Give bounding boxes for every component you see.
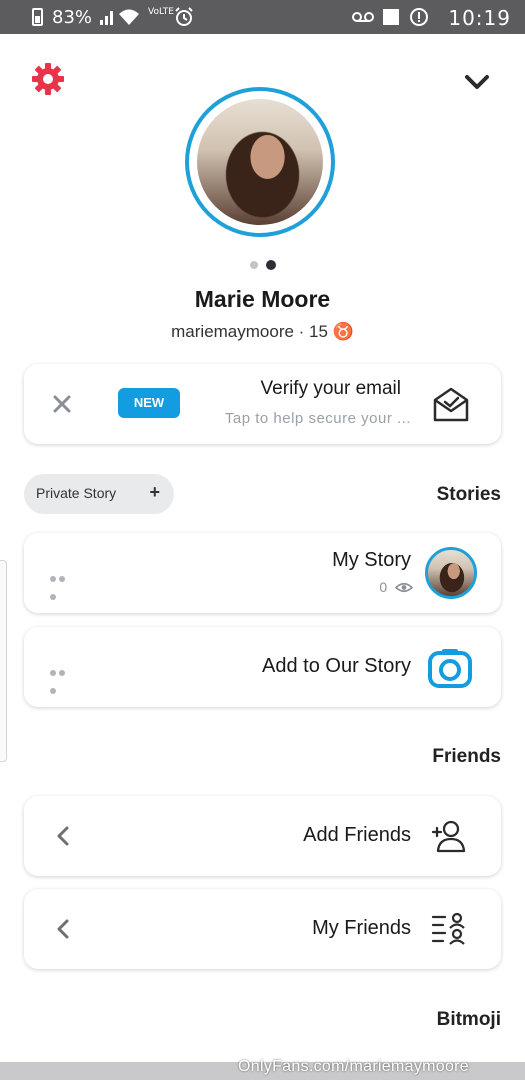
- profile-screen: Marie Moore mariemaymoore · 15 ♉ NEW Ver…: [0, 34, 525, 1080]
- battery-percentage: 83%: [52, 7, 93, 28]
- profile-photo: [197, 99, 323, 225]
- stories-section-title: Stories: [436, 484, 501, 505]
- our-story-title: Add to Our Story: [262, 655, 411, 677]
- battery-icon: [32, 8, 43, 26]
- chevron-left-icon: [57, 919, 69, 939]
- friends-section-title: Friends: [432, 746, 501, 767]
- add-private-story-button[interactable]: Private Story +: [24, 474, 174, 514]
- story-thumbnail: [425, 547, 477, 599]
- wifi-icon: [119, 9, 139, 25]
- verify-email-subtitle: Tap to help secure your ...: [224, 410, 411, 427]
- add-friends-row[interactable]: Add Friends: [24, 796, 501, 876]
- notification-image-icon: [383, 9, 399, 25]
- signal-icon: [100, 11, 113, 25]
- notification-alert-icon: [410, 8, 428, 26]
- eye-icon: [395, 582, 413, 593]
- page-dot-active: [266, 260, 276, 270]
- new-badge: NEW: [118, 388, 180, 418]
- story-view-count: 0: [379, 579, 388, 595]
- status-bar: 83% VoLTE 10:19: [0, 0, 525, 34]
- story-views: 0: [379, 579, 413, 595]
- add-friend-icon: [431, 820, 466, 853]
- gear-icon[interactable]: [30, 61, 66, 97]
- profile-name: Marie Moore: [194, 286, 331, 312]
- envelope-icon: [433, 387, 469, 422]
- my-friends-label: My Friends: [312, 917, 411, 939]
- avatar[interactable]: [185, 87, 335, 237]
- verify-email-card[interactable]: NEW Verify your email Tap to help secure…: [24, 364, 501, 444]
- alarm-icon: [175, 7, 193, 26]
- friends-list-icon: [431, 912, 465, 945]
- my-story-row[interactable]: My Story 0: [24, 533, 501, 613]
- volte-icon: VoLTE: [148, 7, 174, 17]
- side-scroll-handle[interactable]: [0, 560, 7, 762]
- close-icon[interactable]: [52, 394, 72, 414]
- page-dot: [250, 261, 258, 269]
- chevron-left-icon: [57, 826, 69, 846]
- private-story-label: Private Story: [36, 485, 117, 501]
- verify-email-title: Verify your email: [260, 378, 401, 399]
- more-options-icon[interactable]: [50, 569, 76, 600]
- profile-username: mariemaymoore · 15 ♉: [171, 322, 354, 341]
- voicemail-icon: [352, 12, 374, 22]
- chevron-down-icon[interactable]: [462, 70, 492, 94]
- add-friends-label: Add Friends: [303, 824, 411, 846]
- plus-icon: +: [149, 482, 160, 502]
- watermark-text: OnlyFans.com/mariemaymoore: [238, 1058, 469, 1075]
- more-options-icon[interactable]: [50, 663, 76, 694]
- our-story-row[interactable]: Add to Our Story: [24, 627, 501, 707]
- bitmoji-section-title: Bitmoji: [436, 1009, 501, 1030]
- clock: 10:19: [448, 6, 511, 30]
- camera-icon: [428, 649, 472, 688]
- my-friends-row[interactable]: My Friends: [24, 889, 501, 969]
- my-story-title: My Story: [332, 549, 411, 571]
